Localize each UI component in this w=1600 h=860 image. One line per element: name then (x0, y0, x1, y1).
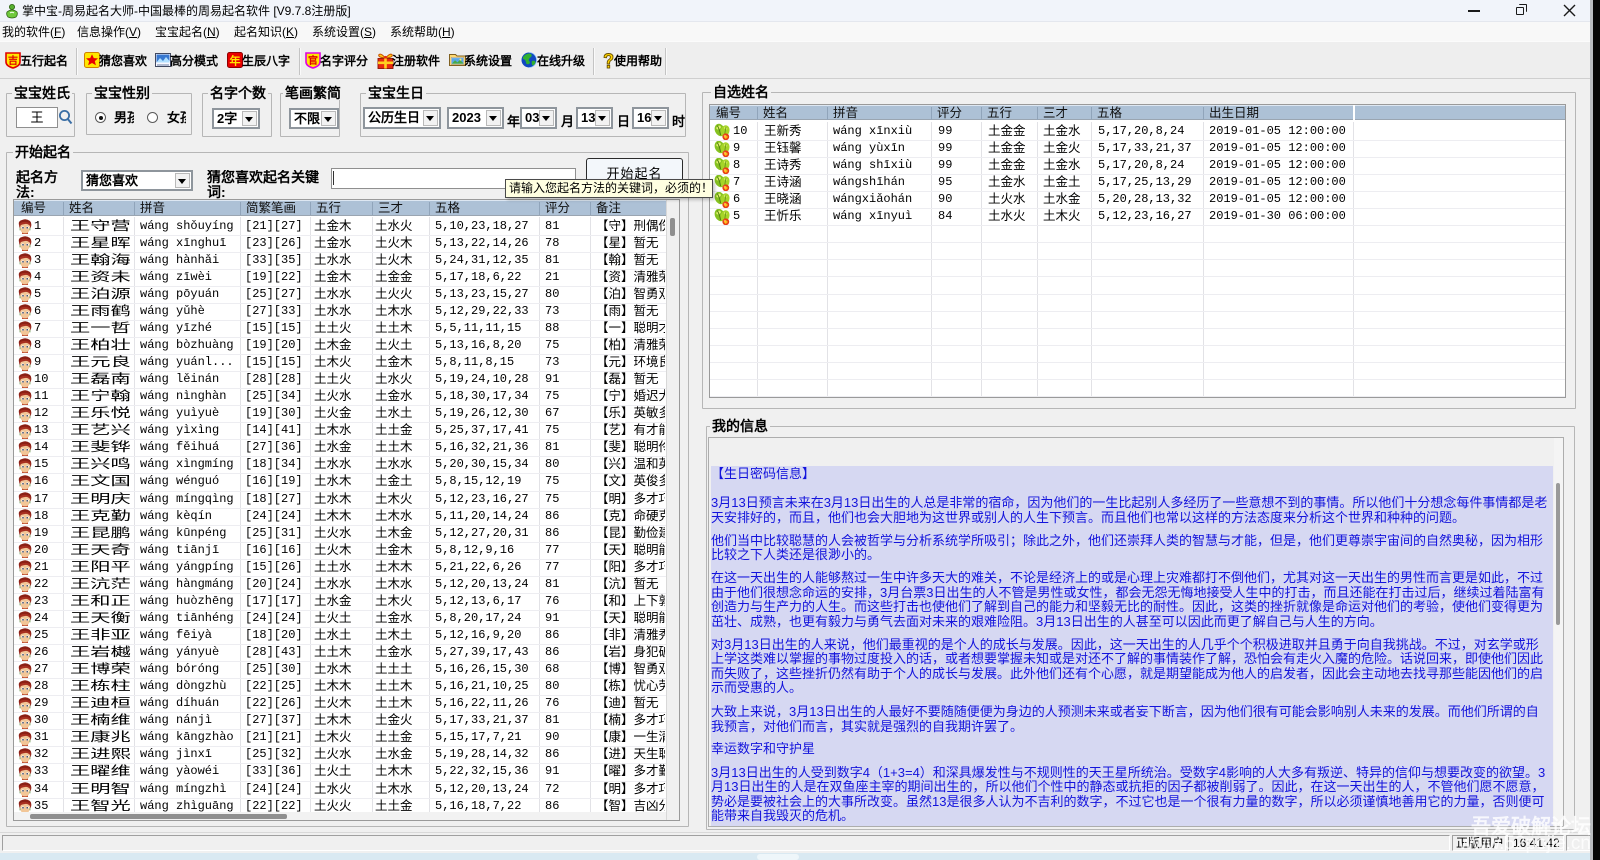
svg-text:吉: 吉 (8, 54, 18, 67)
svg-text:官: 官 (308, 54, 318, 67)
svg-text:年: 年 (230, 54, 241, 68)
